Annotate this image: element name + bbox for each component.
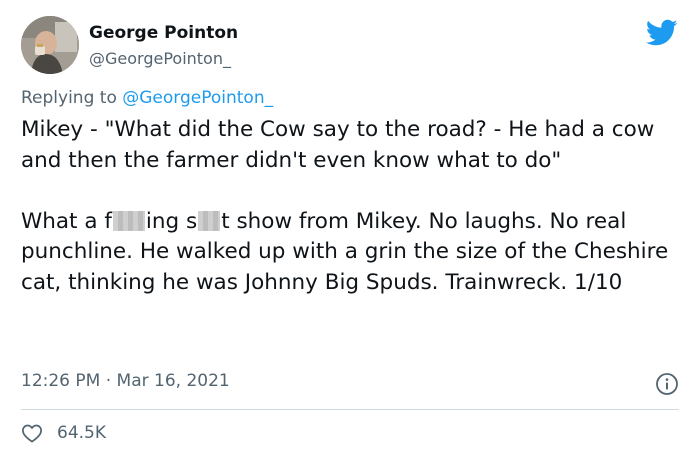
censored-word-blur <box>112 210 145 231</box>
tweet-paragraph-1: Mikey - "What did the Cow say to the roa… <box>21 117 655 173</box>
tweet-card: George Pointon @GeorgePointon_ Replying … <box>0 0 700 463</box>
author-name[interactable]: George Pointon <box>89 23 238 43</box>
tweet-date: Mar 16, 2021 <box>116 371 230 391</box>
twitter-bird-icon[interactable] <box>646 19 678 47</box>
tweet-body: Mikey - "What did the Cow say to the roa… <box>21 115 683 298</box>
reply-prefix: Replying to <box>21 88 123 108</box>
tweet-text-segment: What a f <box>21 208 112 234</box>
avatar[interactable] <box>21 16 79 74</box>
tweet-timestamp[interactable]: 12:26 PM · Mar 16, 2021 <box>21 371 230 391</box>
author-handle[interactable]: @GeorgePointon_ <box>89 49 231 68</box>
like-count: 64.5K <box>57 423 106 443</box>
censored-word-blur <box>198 210 221 231</box>
heart-icon <box>22 424 42 443</box>
tweet-time: 12:26 PM <box>21 371 101 391</box>
info-icon[interactable] <box>655 372 679 396</box>
avatar-image <box>21 16 79 74</box>
timestamp-separator: · <box>100 371 117 391</box>
tweet-text-segment: ing s <box>145 208 198 234</box>
reply-mention-link[interactable]: @GeorgePointon_ <box>122 88 273 108</box>
tweet-paragraph-2: What a f ing st show from Mikey. No laugh… <box>21 207 683 299</box>
reply-context: Replying to @GeorgePointon_ <box>21 88 273 108</box>
like-button[interactable]: 64.5K <box>21 423 106 443</box>
divider <box>21 409 679 410</box>
